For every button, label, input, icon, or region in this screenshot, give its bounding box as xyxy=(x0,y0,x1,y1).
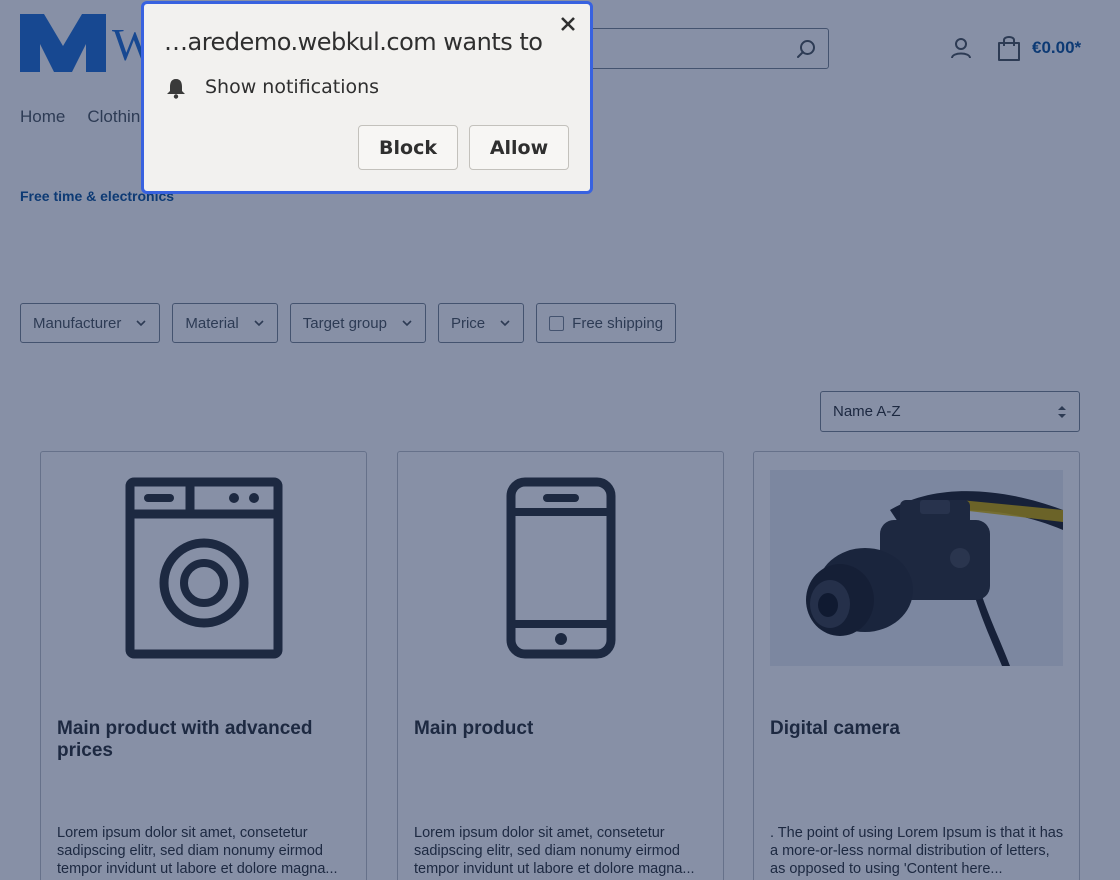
prompt-title: …aredemo.webkul.com wants to xyxy=(164,28,543,56)
close-icon[interactable] xyxy=(559,15,577,33)
block-button[interactable]: Block xyxy=(358,125,458,170)
notification-permission-prompt: …aredemo.webkul.com wants to Show notifi… xyxy=(141,1,593,194)
permission-label: Show notifications xyxy=(205,76,380,98)
allow-button[interactable]: Allow xyxy=(469,125,569,170)
bell-icon xyxy=(167,79,185,99)
